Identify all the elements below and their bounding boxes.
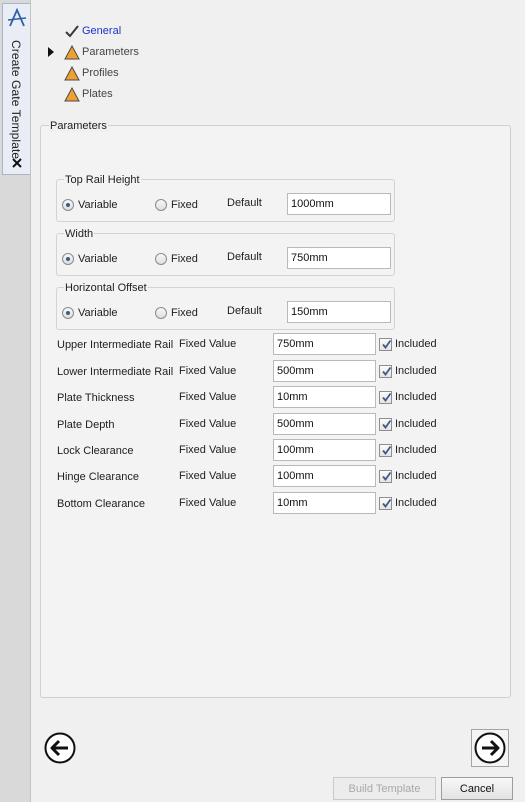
step-label: Plates (82, 88, 113, 100)
included-checkbox[interactable] (379, 444, 392, 457)
warning-icon (64, 45, 80, 60)
group-label: Horizontal Offset (64, 282, 148, 294)
param-value-input[interactable]: 10mm (273, 386, 376, 408)
checkmark-icon (65, 25, 79, 38)
width-group: Width Variable Fixed Default 750mm (56, 228, 395, 276)
param-name: Plate Thickness (57, 392, 135, 404)
variable-radio[interactable] (62, 253, 74, 265)
param-name: Lower Intermediate Rail (57, 366, 174, 378)
variable-radio-label[interactable]: Variable (78, 253, 118, 265)
param-type: Fixed Value (179, 470, 237, 482)
included-checkbox[interactable] (379, 497, 392, 510)
param-row-upper-intermediate-rail: Upper Intermediate Rail Fixed Value 750m… (57, 333, 497, 357)
app-logo-icon (7, 7, 27, 27)
param-name: Lock Clearance (57, 445, 134, 457)
param-value-input[interactable]: 10mm (273, 492, 376, 514)
group-label: Top Rail Height (64, 174, 141, 186)
param-name: Upper Intermediate Rail (57, 339, 174, 351)
variable-radio-label[interactable]: Variable (78, 307, 118, 319)
fixed-radio[interactable] (155, 199, 167, 211)
default-label: Default (227, 305, 262, 317)
included-label: Included (395, 444, 437, 456)
default-label: Default (227, 251, 262, 263)
param-name: Bottom Clearance (57, 498, 146, 510)
current-step-pointer-icon (48, 47, 54, 57)
param-row-plate-thickness: Plate Thickness Fixed Value 10mm Include… (57, 386, 497, 410)
included-checkbox[interactable] (379, 338, 392, 351)
param-name: Hinge Clearance (57, 471, 139, 483)
included-checkbox[interactable] (379, 365, 392, 378)
param-name: Plate Depth (57, 419, 115, 431)
param-row-plate-depth: Plate Depth Fixed Value 500mm Included (57, 413, 497, 437)
param-value-input[interactable]: 100mm (273, 465, 376, 487)
included-label: Included (395, 470, 437, 482)
cancel-button[interactable]: Cancel (441, 777, 513, 800)
close-icon[interactable] (12, 158, 22, 168)
back-arrow-icon[interactable] (43, 731, 77, 765)
side-tab-title: Create Gate Template (9, 40, 23, 160)
step-label: Profiles (82, 67, 119, 79)
fixed-radio[interactable] (155, 307, 167, 319)
param-type: Fixed Value (179, 444, 237, 456)
warning-icon (64, 66, 80, 81)
side-tab-create-gate-template[interactable]: Create Gate Template (2, 3, 30, 175)
group-label: Width (64, 228, 95, 240)
build-template-button[interactable]: Build Template (333, 777, 436, 800)
param-type: Fixed Value (179, 497, 237, 509)
default-label: Default (227, 197, 262, 209)
included-label: Included (395, 497, 437, 509)
included-checkbox[interactable] (379, 391, 392, 404)
fixed-radio[interactable] (155, 253, 167, 265)
top-rail-height-input[interactable]: 1000mm (287, 193, 391, 215)
included-label: Included (395, 338, 437, 350)
param-value-input[interactable]: 500mm (273, 413, 376, 435)
side-panel: Create Gate Template (0, 0, 31, 802)
param-row-lock-clearance: Lock Clearance Fixed Value 100mm Include… (57, 439, 497, 463)
top-rail-height-group: Top Rail Height Variable Fixed Default 1… (56, 174, 395, 222)
parameters-group-label: Parameters (49, 120, 108, 132)
fixed-radio-label[interactable]: Fixed (171, 199, 198, 211)
variable-radio-label[interactable]: Variable (78, 199, 118, 211)
fixed-radio-label[interactable]: Fixed (171, 253, 198, 265)
included-label: Included (395, 391, 437, 403)
included-label: Included (395, 418, 437, 430)
fixed-radio-label[interactable]: Fixed (171, 307, 198, 319)
horizontal-offset-group: Horizontal Offset Variable Fixed Default… (56, 282, 395, 330)
warning-icon (64, 87, 80, 102)
next-button[interactable] (471, 729, 509, 767)
included-checkbox[interactable] (379, 470, 392, 483)
param-value-input[interactable]: 100mm (273, 439, 376, 461)
included-label: Included (395, 365, 437, 377)
wizard-panel: General Parameters Profiles Plates Param… (31, 0, 525, 802)
step-label: General (82, 25, 122, 37)
param-value-input[interactable]: 500mm (273, 360, 376, 382)
param-row-hinge-clearance: Hinge Clearance Fixed Value 100mm Includ… (57, 465, 497, 489)
param-row-lower-intermediate-rail: Lower Intermediate Rail Fixed Value 500m… (57, 360, 497, 384)
width-input[interactable]: 750mm (287, 247, 391, 269)
next-arrow-icon (474, 732, 506, 764)
included-checkbox[interactable] (379, 418, 392, 431)
step-label: Parameters (82, 46, 139, 58)
variable-radio[interactable] (62, 307, 74, 319)
param-type: Fixed Value (179, 391, 237, 403)
param-type: Fixed Value (179, 418, 237, 430)
param-type: Fixed Value (179, 365, 237, 377)
param-type: Fixed Value (179, 338, 237, 350)
variable-radio[interactable] (62, 199, 74, 211)
param-row-bottom-clearance: Bottom Clearance Fixed Value 10mm Includ… (57, 492, 497, 516)
param-value-input[interactable]: 750mm (273, 333, 376, 355)
parameters-group: Parameters Top Rail Height Variable Fixe… (40, 120, 511, 698)
horizontal-offset-input[interactable]: 150mm (287, 301, 391, 323)
